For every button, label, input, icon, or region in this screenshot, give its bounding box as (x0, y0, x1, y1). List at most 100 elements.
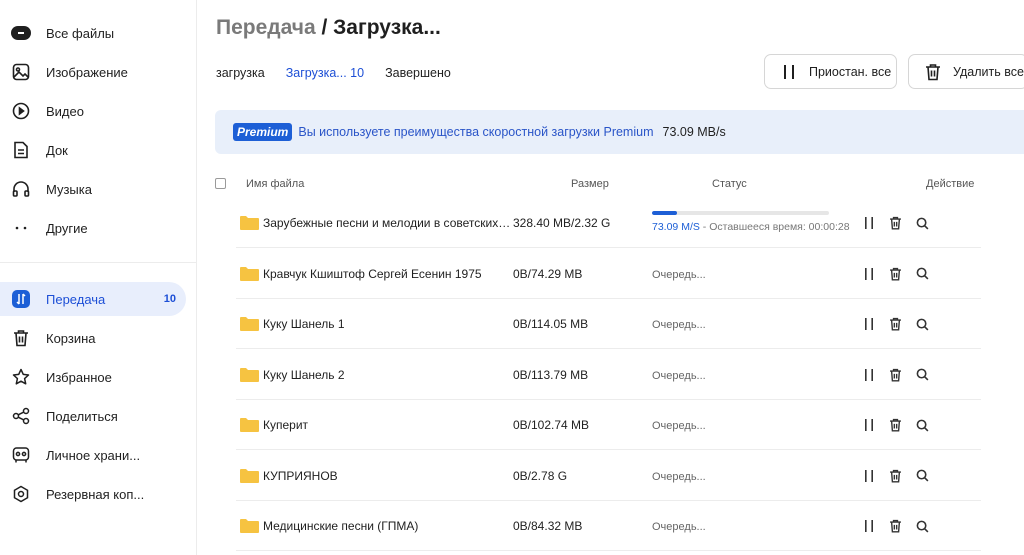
trash-icon[interactable] (887, 214, 905, 232)
file-size: 0B/113.79 MB (513, 367, 589, 382)
sidebar-item-label: Личное храни... (46, 447, 141, 463)
table-row[interactable]: Куперит 0B/102.74 MB Очередь... (236, 400, 981, 450)
folder-icon (240, 367, 259, 382)
table-row[interactable]: Куку Шанель 1 0B/114.05 MB Очередь... (236, 299, 981, 349)
file-name[interactable]: Куперит (263, 418, 513, 432)
table-row[interactable]: Куку Шанель 2 0B/113.79 MB Очередь... (236, 350, 981, 400)
sidebar-item-label: Другие (46, 220, 88, 236)
row-actions (860, 265, 940, 283)
folder-icon (240, 215, 259, 230)
document-icon (11, 140, 31, 160)
file-name[interactable]: Кравчук Кшиштоф Сергей Есенин 1975 (263, 267, 513, 281)
pause-icon[interactable] (860, 366, 878, 384)
file-name[interactable]: КУПРИЯНОВ (263, 469, 513, 483)
breadcrumb-separator: / (315, 16, 334, 39)
select-all-checkbox[interactable] (215, 178, 226, 189)
breadcrumb-current: Загрузка... (333, 16, 441, 39)
transfer-count-badge: 10 (163, 293, 176, 305)
status-text: Очередь... (652, 319, 706, 331)
pause-icon[interactable] (860, 315, 878, 333)
trash-icon[interactable] (887, 467, 905, 485)
file-size: 0B/74.29 MB (513, 266, 583, 281)
file-size: 0B/114.05 MB (513, 317, 589, 331)
table-row[interactable]: Зарубежные песни и мелодии в советских ф… (236, 198, 981, 248)
folder-icon (240, 468, 259, 483)
breadcrumb-parent[interactable]: Передача (216, 16, 316, 39)
table-row[interactable]: Медицинские песни (ГПМА) 0B/84.32 MB Очере… (236, 501, 981, 551)
file-size: 0B/102.74 MB (513, 418, 590, 432)
search-icon[interactable] (913, 517, 931, 535)
trash-icon[interactable] (887, 366, 905, 384)
more-dots-icon (11, 218, 31, 238)
sidebar-item-label: Все файлы (46, 25, 115, 41)
sidebar-item-images[interactable]: Изображение (0, 55, 186, 89)
sidebar-item-label: Поделиться (46, 408, 118, 424)
status-text: Очередь... (652, 470, 706, 483)
search-icon[interactable] (913, 467, 931, 485)
trash-icon (923, 62, 943, 82)
pause-icon[interactable] (860, 265, 878, 283)
sidebar-item-label: Передача (46, 291, 106, 307)
tab-downloading[interactable]: Загрузка... 10 (286, 66, 364, 80)
sidebar-item-docs[interactable]: Док (0, 133, 186, 167)
page-title: Передача / Загрузка... (216, 16, 441, 40)
pause-icon[interactable] (860, 416, 878, 434)
table-header: Имя файла Размер Статус Действие (0, 178, 1024, 194)
folder-icon (240, 266, 259, 281)
sidebar-item-label: Резервная коп... (46, 486, 145, 502)
sidebar-item-label: Избранное (46, 369, 112, 385)
sidebar-item-backup[interactable]: Резервная коп... (0, 477, 186, 511)
row-actions (860, 214, 940, 232)
table-row[interactable]: Кравчук Кшиштоф Сергей Есенин 1975 0B/74.… (236, 249, 981, 299)
table-row[interactable]: КУПРИЯНОВ 0B/2.78 G Очередь... (236, 451, 981, 501)
sidebar-item-transfer[interactable]: Передача 10 (0, 282, 186, 316)
sidebar-item-other[interactable]: Другие (0, 211, 186, 245)
column-header-size[interactable]: Размер (571, 178, 609, 190)
sidebar-item-video[interactable]: Видео (0, 94, 186, 128)
pause-icon (779, 62, 799, 82)
row-actions (860, 366, 940, 384)
pause-icon[interactable] (860, 467, 878, 485)
tab-completed[interactable]: Завершено (385, 66, 451, 80)
premium-banner: Premium Вы используете преимущества скор… (215, 110, 1024, 154)
trash-icon[interactable] (887, 315, 905, 333)
search-icon[interactable] (913, 315, 931, 333)
sidebar-item-private-vault[interactable]: Личное храни... (0, 438, 186, 472)
remaining-time: - Оставшееся время: 00:00:28 (699, 221, 850, 233)
sidebar-item-label: Корзина (46, 330, 96, 346)
trash-icon[interactable] (887, 265, 905, 283)
folder-icon (240, 417, 259, 432)
pause-icon[interactable] (860, 214, 878, 232)
file-name[interactable]: Медицинские песни (ГПМА) (263, 519, 513, 533)
search-icon[interactable] (913, 416, 931, 434)
premium-badge: Premium (233, 123, 293, 141)
column-header-name[interactable]: Имя файла (246, 178, 304, 190)
tab-upload[interactable]: загрузка (216, 66, 265, 80)
pause-all-button[interactable]: Приостан. все (764, 54, 897, 89)
file-size: 0B/84.32 MB (513, 519, 583, 533)
trash-icon[interactable] (887, 517, 905, 535)
pause-icon[interactable] (860, 517, 878, 535)
column-header-status: Статус (712, 178, 747, 190)
file-name[interactable]: Куку Шанель 1 (263, 317, 513, 331)
progress-bar (652, 211, 829, 215)
sidebar-item-label: Изображение (46, 64, 128, 80)
search-icon[interactable] (913, 265, 931, 283)
sidebar-item-all-files[interactable]: Все файлы (0, 16, 186, 50)
row-speed: 73.09 M/S (652, 221, 700, 233)
search-icon[interactable] (913, 214, 931, 232)
sidebar-item-share[interactable]: Поделиться (0, 399, 186, 433)
row-actions (860, 467, 940, 485)
sidebar-item-favorites[interactable]: Избранное (0, 360, 186, 394)
transfer-icon (11, 289, 31, 309)
search-icon[interactable] (913, 366, 931, 384)
sidebar-item-trash[interactable]: Корзина (0, 321, 186, 355)
file-name[interactable]: Зарубежные песни и мелодии в советских ф… (263, 216, 513, 230)
status-text: Очередь... (652, 420, 706, 432)
folder-icon (240, 518, 259, 533)
delete-all-button[interactable]: Удалить все (908, 54, 1024, 89)
file-name[interactable]: Куку Шанель 2 (263, 368, 513, 382)
file-size: 0B/2.78 G (513, 468, 568, 483)
file-size: 328.40 MB/2.32 G (513, 216, 611, 230)
trash-icon[interactable] (887, 416, 905, 434)
